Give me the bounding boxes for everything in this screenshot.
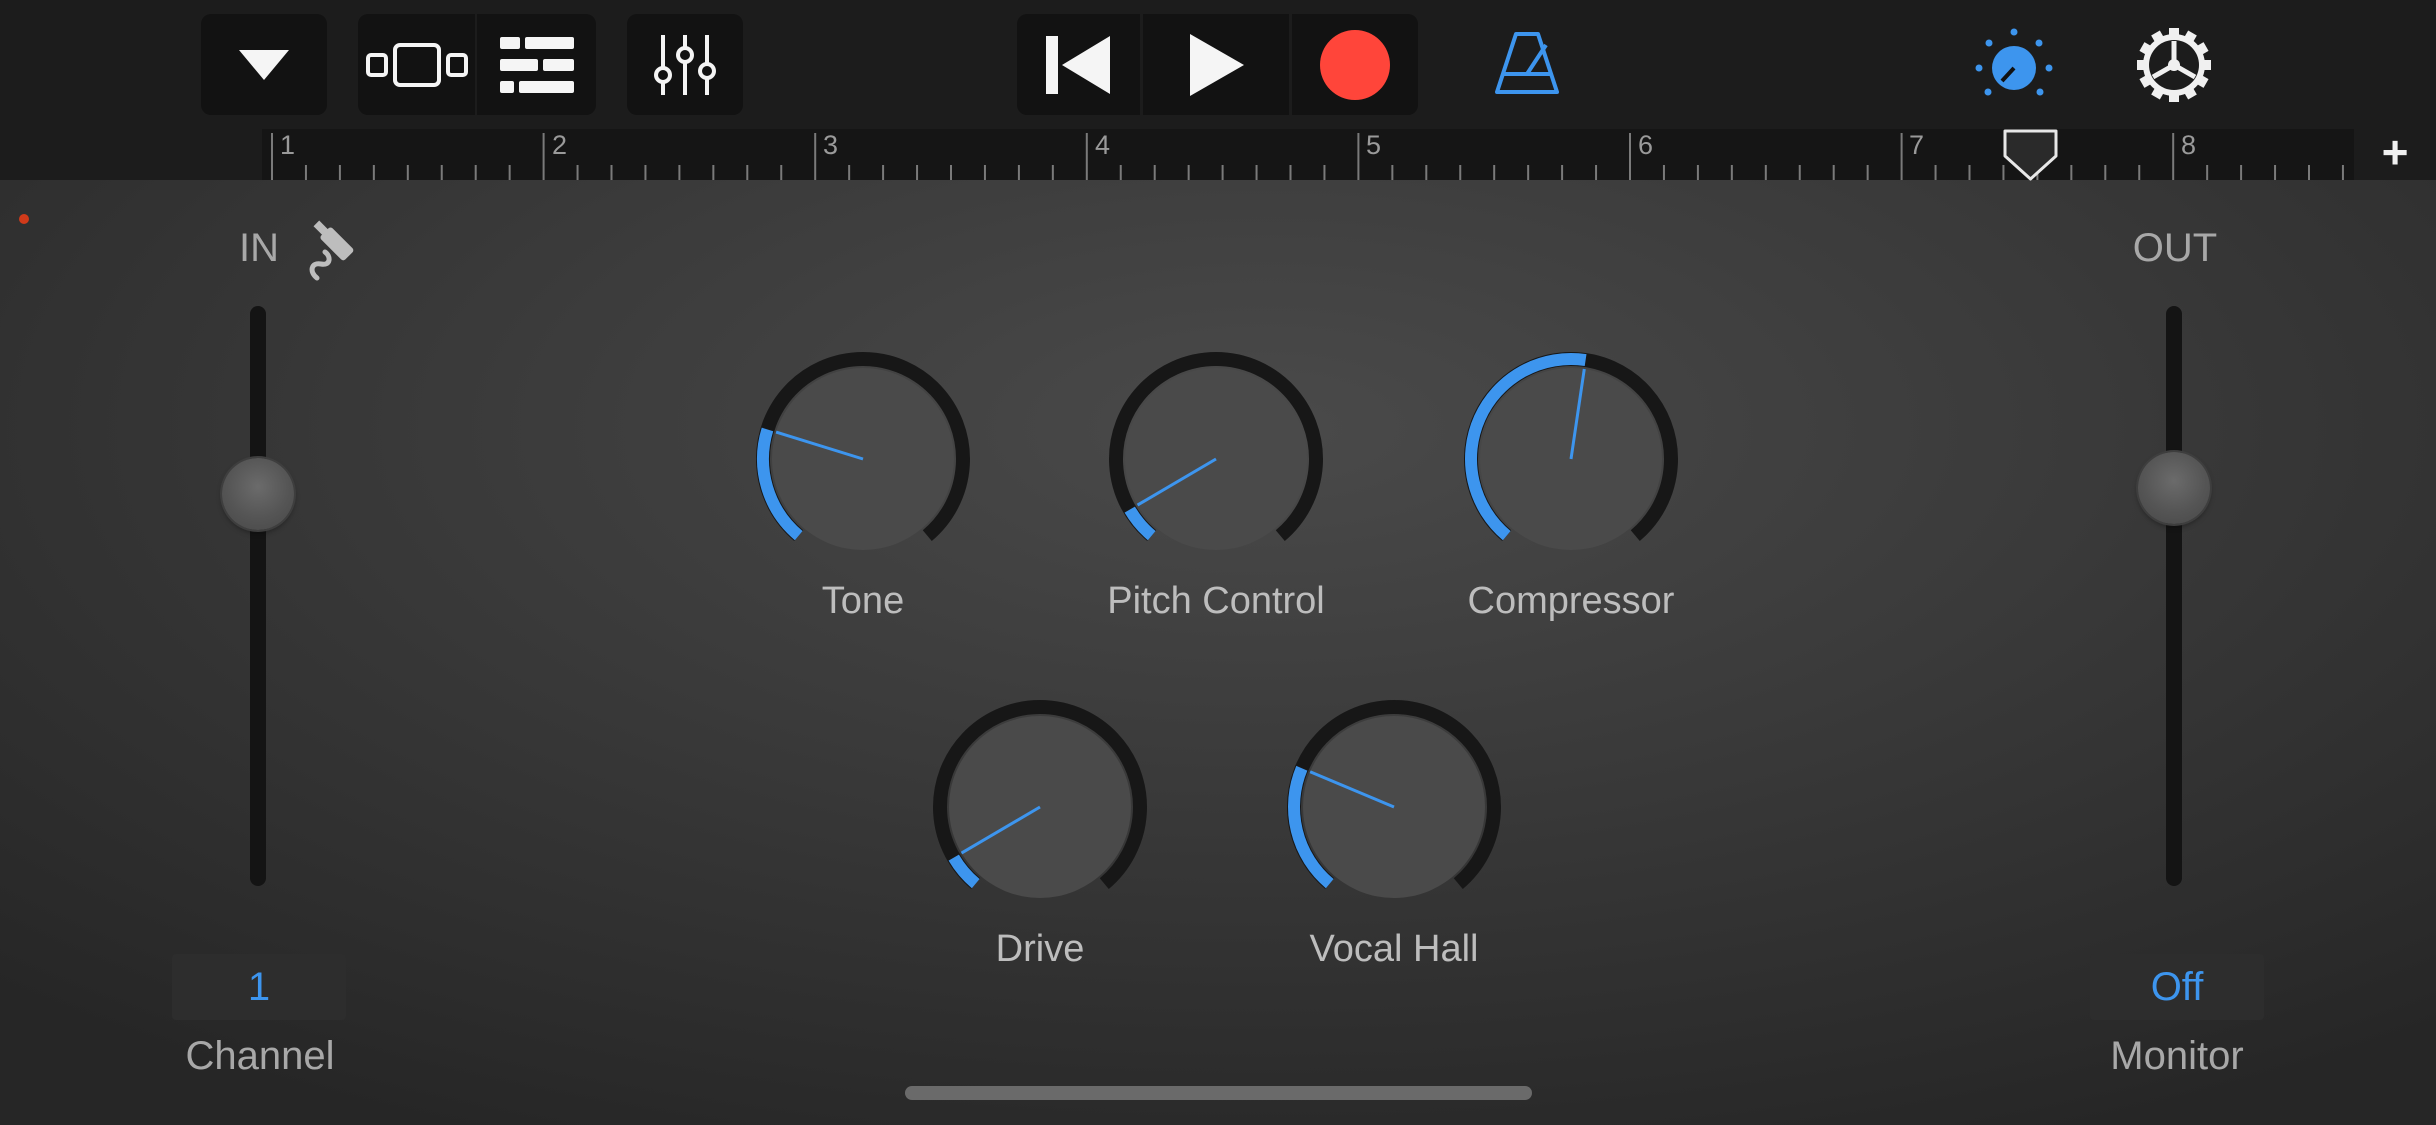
bar-number: 3 xyxy=(823,130,839,160)
tone-label: Tone xyxy=(821,580,905,622)
menu-dropdown-button[interactable] xyxy=(201,14,327,115)
transport-group xyxy=(1017,14,1418,115)
tracks-view-button[interactable] xyxy=(358,14,475,115)
input-level-track xyxy=(250,306,266,886)
skip-back-icon xyxy=(1045,35,1110,94)
bar-number: 1 xyxy=(280,130,296,160)
bar-number: 6 xyxy=(1638,130,1654,160)
tone-knob[interactable] xyxy=(748,344,978,574)
chevron-down-icon xyxy=(239,49,289,80)
monitor-label: Monitor xyxy=(2110,1034,2244,1078)
play-button[interactable] xyxy=(1143,14,1289,115)
knob-icon xyxy=(1975,28,2053,96)
record-icon xyxy=(1320,29,1390,100)
output-label: OUT xyxy=(2132,226,2218,270)
mixer-button[interactable] xyxy=(627,14,743,115)
settings-button[interactable] xyxy=(2132,22,2216,108)
control-bar: 1 2 3 4 5 6 7 8 + xyxy=(0,0,2436,181)
vocal-hall-label: Vocal Hall xyxy=(1309,928,1479,970)
input-jack-icon[interactable] xyxy=(305,220,365,284)
metronome-icon xyxy=(1495,32,1559,94)
bar-number: 8 xyxy=(2181,130,2197,160)
browser-view-button[interactable] xyxy=(477,14,596,115)
go-to-beginning-button[interactable] xyxy=(1017,14,1140,115)
bar-number: 2 xyxy=(552,130,568,160)
vocal-hall-knob[interactable] xyxy=(1279,692,1509,922)
add-section-button[interactable]: + xyxy=(2367,124,2423,180)
monitor-toggle[interactable]: Off xyxy=(2090,954,2264,1020)
channel-label: Channel xyxy=(185,1034,335,1078)
drive-label: Drive xyxy=(995,928,1085,970)
view-toggle-group xyxy=(358,14,596,115)
bar-number: 7 xyxy=(1909,130,1925,160)
master-effects-button[interactable] xyxy=(1970,22,2058,110)
output-level-track xyxy=(2166,306,2182,886)
bar-number: 5 xyxy=(1366,130,1382,160)
compressor-label: Compressor xyxy=(1467,580,1675,622)
channel-selector[interactable]: 1 xyxy=(172,954,346,1020)
drive-knob[interactable] xyxy=(925,692,1155,922)
list-view-icon xyxy=(499,36,574,93)
bar-number: 4 xyxy=(1095,130,1111,160)
pitch-control-label: Pitch Control xyxy=(1107,580,1325,622)
gear-icon xyxy=(2137,28,2211,102)
sliders-icon xyxy=(654,34,716,95)
output-level-slider[interactable] xyxy=(2138,452,2210,524)
compressor-knob[interactable] xyxy=(1456,344,1686,574)
metronome-button[interactable] xyxy=(1487,22,1567,106)
home-indicator[interactable] xyxy=(905,1086,1532,1100)
input-level-slider[interactable] xyxy=(222,458,294,530)
tracks-view-icon xyxy=(365,42,468,87)
input-monitor-indicator xyxy=(19,214,29,224)
input-label: IN xyxy=(239,226,279,270)
record-button[interactable] xyxy=(1292,14,1418,115)
play-icon xyxy=(1190,33,1244,96)
pitch-control-knob[interactable] xyxy=(1101,344,1331,574)
playhead[interactable] xyxy=(0,0,2058,181)
